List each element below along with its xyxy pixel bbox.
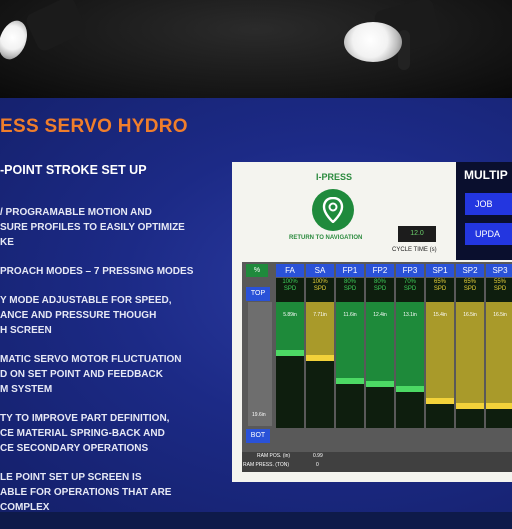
column-header: SA (306, 264, 334, 277)
stroke-column[interactable]: 13.1in (396, 278, 424, 428)
column-speed: 80% SPD (343, 279, 357, 292)
top-button[interactable]: TOP (246, 287, 270, 301)
ram-press-value: 0 (316, 462, 319, 468)
cycle-time-value: 12.0 (398, 226, 436, 242)
percent-button[interactable]: % (246, 264, 268, 277)
stroke-column[interactable]: 15.4in (426, 278, 454, 428)
column-value: 7.71in (313, 312, 327, 318)
column-value: 16.5in (493, 312, 507, 318)
stroke-column[interactable]: 7.71in (306, 278, 334, 428)
column-value: 5.89in (283, 312, 297, 318)
column-speed: 55% SPD (493, 279, 507, 292)
set-point-marker[interactable] (306, 355, 334, 361)
set-point-marker[interactable] (426, 398, 454, 404)
spotlight-left (0, 0, 90, 70)
update-button[interactable]: UPDA (465, 223, 512, 245)
cycle-time-label: CYCLE TIME (s) (392, 247, 437, 253)
column-header: FP2 (366, 264, 394, 277)
bullet-item: TY TO IMPROVE PART DEFINITION, CE MATERI… (0, 413, 170, 454)
column-header: FA (276, 264, 304, 277)
column-header: FP3 (396, 264, 424, 277)
bot-button[interactable]: BOT (246, 429, 270, 443)
stroke-column[interactable]: 11.6in (336, 278, 364, 428)
stroke-column[interactable]: 16.5in (486, 278, 512, 428)
bullet-list: / PROGRAMABLE MOTION AND SURE PROFILES T… (0, 205, 220, 529)
bullet-item: PROACH MODES – 7 PRESSING MODES (0, 266, 194, 277)
multipoint-title: MULTIP (464, 168, 508, 182)
bullet-item: MATIC SERVO MOTOR FLUCTUATION D ON SET P… (0, 354, 182, 395)
column-value: 12.4in (373, 312, 387, 318)
column-header: SP1 (426, 264, 454, 277)
set-point-marker[interactable] (336, 378, 364, 384)
bullet-item: Y MODE ADJUSTABLE FOR SPEED, ANCE AND PR… (0, 295, 172, 336)
column-value: 11.6in (343, 312, 357, 318)
ram-position-track (248, 302, 272, 426)
spotlight-right (340, 0, 460, 80)
column-header: FP1 (336, 264, 364, 277)
bullet-item: / PROGRAMABLE MOTION AND SURE PROFILES T… (0, 207, 185, 248)
ram-press-label: RAM PRESS. (TON) (243, 462, 290, 468)
column-value: 13.1in (403, 312, 417, 318)
column-speed: 65% SPD (433, 279, 447, 292)
navigation-label: RETURN TO NAVIGATION (289, 235, 363, 241)
map-pin-icon (322, 197, 344, 223)
ram-pos-value: 0.99 (313, 453, 323, 459)
set-point-marker[interactable] (396, 386, 424, 392)
column-header: SP3 (486, 264, 512, 277)
set-point-marker[interactable] (486, 403, 512, 409)
navigation-button[interactable] (312, 189, 354, 231)
column-header: SP2 (456, 264, 484, 277)
stroke-column[interactable]: 16.5in (456, 278, 484, 428)
job-button[interactable]: JOB (465, 193, 512, 215)
set-point-marker[interactable] (366, 381, 394, 387)
bullet-item: LE POINT SET UP SCREEN IS ABLE FOR OPERA… (0, 472, 172, 513)
slide-subtitle: -POINT STROKE SET UP (0, 163, 147, 177)
ram-position-label: 19.6in (252, 412, 266, 418)
brand-title: I-PRESS (316, 172, 353, 182)
column-speed: 80% SPD (373, 279, 387, 292)
column-speed: 100% SPD (312, 279, 328, 292)
stroke-column[interactable]: 12.4in (366, 278, 394, 428)
stroke-column[interactable]: 5.89in (276, 278, 304, 428)
column-speed: 100% SPD (282, 279, 298, 292)
column-value: 15.4in (433, 312, 447, 318)
column-fill (306, 302, 334, 355)
column-value: 16.5in (463, 312, 477, 318)
set-point-marker[interactable] (276, 350, 304, 356)
ram-pos-label: RAM POS. (in) (257, 453, 291, 459)
column-speed: 65% SPD (463, 279, 477, 292)
slide-title: ESS SERVO HYDRO (0, 116, 188, 137)
column-speed: 70% SPD (403, 279, 417, 292)
column-fill (276, 302, 304, 350)
set-point-marker[interactable] (456, 403, 484, 409)
